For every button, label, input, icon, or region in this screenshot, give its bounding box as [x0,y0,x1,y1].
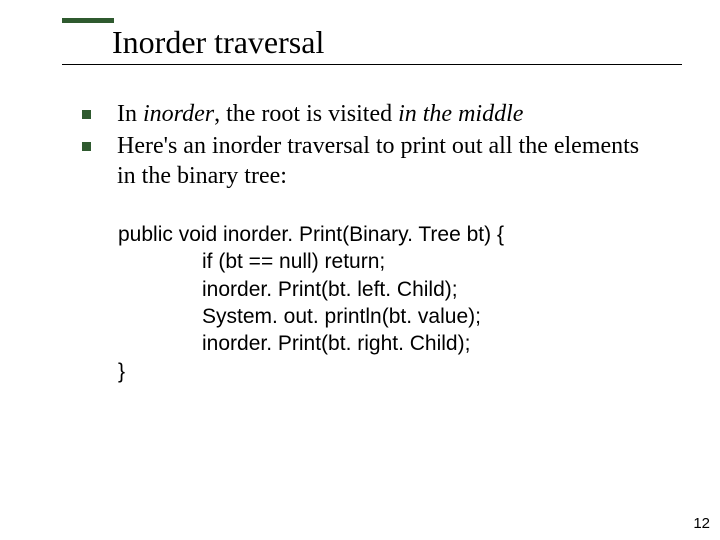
bullet-item: In inorder, the root is visited in the m… [82,99,660,129]
code-line: public void inorder. Print(Binary. Tree … [118,221,660,248]
code-line: if (bt == null) return; [118,248,660,275]
code-line: inorder. Print(bt. right. Child); [118,330,660,357]
code-line: } [118,358,660,385]
title-underline: Inorder traversal [62,25,682,65]
italic-run: in the middle [398,101,523,127]
text-run: In [117,101,143,127]
title-area: Inorder traversal [0,0,720,71]
page-number: 12 [693,515,710,532]
slide-body: In inorder, the root is visited in the m… [0,71,720,385]
square-bullet-icon [82,142,91,151]
bullet-item: Here's an inorder traversal to print out… [82,131,660,191]
italic-run: inorder [143,101,214,127]
bullet-text: In inorder, the root is visited in the m… [117,99,660,129]
text-run: , the root is visited [214,101,398,127]
code-line: System. out. println(bt. value); [118,303,660,330]
accent-bar [62,18,114,23]
square-bullet-icon [82,110,91,119]
bullet-text: Here's an inorder traversal to print out… [117,131,660,191]
code-line: inorder. Print(bt. left. Child); [118,276,660,303]
text-run: Here's an inorder traversal to print out… [117,133,639,189]
code-block: public void inorder. Print(Binary. Tree … [118,221,660,385]
slide-title: Inorder traversal [62,25,682,64]
